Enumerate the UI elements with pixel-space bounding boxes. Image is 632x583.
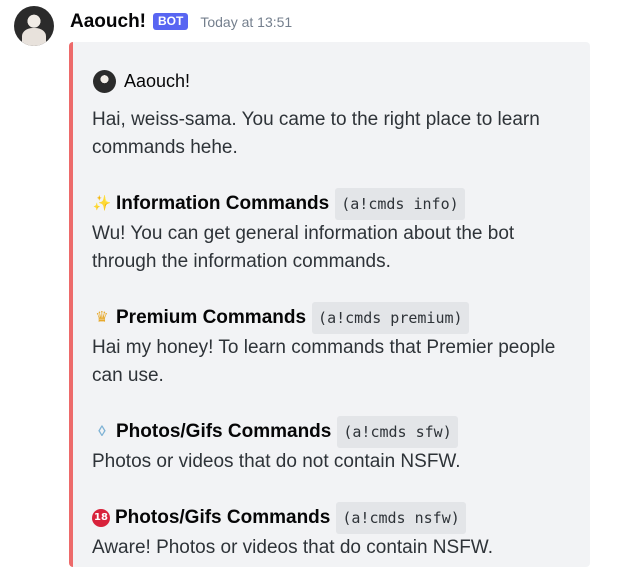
embed-field: ✨ Information Commands (a!cmds info) Wu!… [92,188,572,276]
field-value: Aware! Photos or videos that do contain … [92,537,493,558]
embed-author-name: Aaouch! [124,71,191,91]
field-title-text: Premium Commands [116,307,307,328]
embed-author: Aaouch! [93,70,190,93]
embed-body: Hai, weiss-sama. You came to the right p… [92,106,572,562]
embed-field: 18 Photos/Gifs Commands (a!cmds nsfw) Aw… [92,502,572,562]
bot-tag: BOT [153,12,189,30]
avatar[interactable] [14,6,54,46]
field-command: (a!cmds info) [335,188,465,220]
ring-icon: ◊ [98,423,106,440]
field-title: 18 Photos/Gifs Commands (a!cmds nsfw) [92,502,572,534]
sparkles-icon: ✨ [92,195,112,212]
author-avatar-icon [93,70,116,93]
field-title: ♛ Premium Commands (a!cmds premium) [92,302,572,334]
crown-icon: ♛ [95,309,109,326]
underage-icon: 18 [92,509,110,527]
field-title-text: Photos/Gifs Commands [116,421,332,442]
field-command: (a!cmds sfw) [337,416,458,448]
embed: Aaouch! Hai, weiss-sama. You came to the… [69,42,590,567]
field-command: (a!cmds nsfw) [336,502,466,534]
embed-description: Hai, weiss-sama. You came to the right p… [92,109,540,158]
timestamp[interactable]: Today at 13:51 [200,14,292,30]
field-command: (a!cmds premium) [312,302,469,334]
field-title: ✨ Information Commands (a!cmds info) [92,188,572,220]
embed-field: ♛ Premium Commands (a!cmds premium) Hai … [92,302,572,390]
embed-field: ◊ Photos/Gifs Commands (a!cmds sfw) Phot… [92,416,572,476]
field-value: Wu! You can get general information abou… [92,223,515,272]
field-value: Hai my honey! To learn commands that Pre… [92,337,556,386]
field-title: ◊ Photos/Gifs Commands (a!cmds sfw) [92,416,572,448]
username[interactable]: Aaouch! [70,11,146,33]
message-header: Aaouch! BOT Today at 13:51 [70,11,292,33]
field-title-text: Photos/Gifs Commands [115,507,331,528]
field-title-text: Information Commands [116,193,330,214]
field-value: Photos or videos that do not contain NSF… [92,451,461,472]
